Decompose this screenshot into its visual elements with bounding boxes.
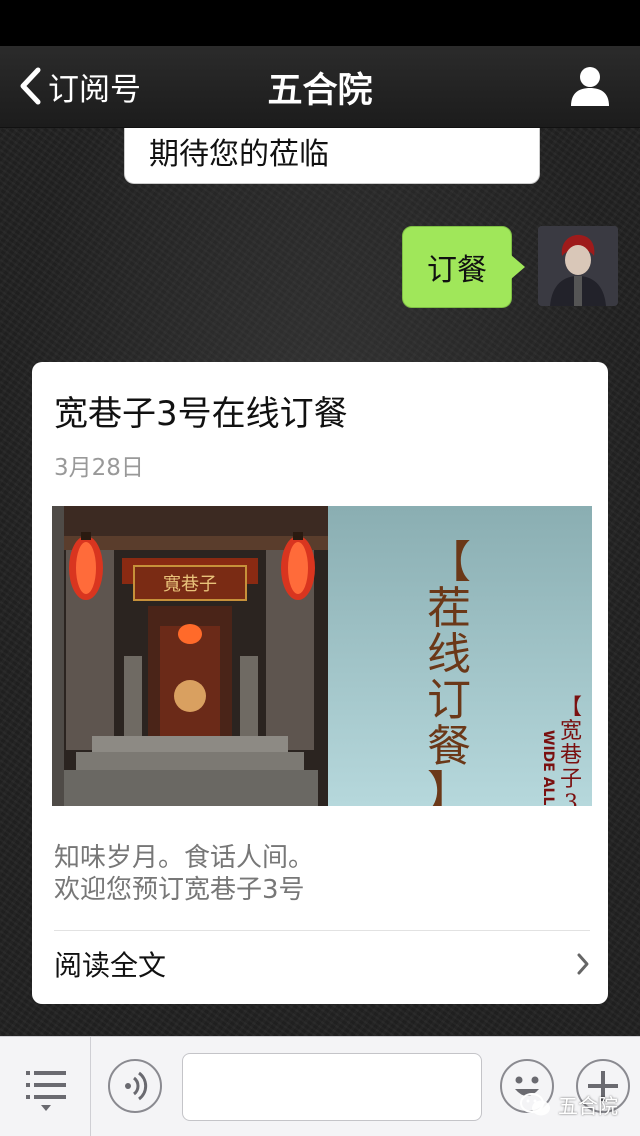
back-button[interactable]: 订阅号 — [18, 64, 141, 108]
article-card[interactable]: 宽巷子3号在线订餐 3月28日 寬巷子 【 茬 线 订 餐 】 【 宽 巷 子 … — [32, 362, 608, 1004]
cover-brand-text: 【 宽 巷 子 3 — [559, 695, 582, 807]
message-input[interactable] — [182, 1053, 482, 1121]
watermark: 五合院 — [520, 1090, 618, 1119]
cover-english-text: WIDE ALLEY — [540, 730, 556, 806]
back-label: 订阅号 — [48, 71, 141, 108]
cover-vertical-title: 【 茬 线 订 餐 】 — [427, 537, 471, 807]
message-text: 期待您的莅临 — [149, 137, 329, 172]
article-date: 3月28日 — [54, 455, 144, 481]
menu-toggle-button[interactable] — [22, 1063, 70, 1115]
list-menu-icon — [26, 1071, 66, 1111]
wechat-logo-icon — [520, 1092, 550, 1115]
article-cover-image: 寬巷子 【 茬 线 订 餐 】 【 宽 巷 子 3 WIDE ALLEY — [52, 506, 592, 806]
divider — [90, 1037, 91, 1136]
watermark-text: 五合院 — [558, 1094, 618, 1118]
received-message-bubble[interactable]: 期待您的莅临 — [124, 128, 540, 184]
avatar-image — [538, 226, 618, 306]
input-toolbar — [0, 1036, 640, 1136]
chat-area[interactable]: 期待您的莅临 订餐 宽巷子3号在线订餐 3月28日 寬巷子 【 茬 线 订 餐 … — [0, 128, 640, 1036]
profile-button[interactable] — [568, 64, 612, 108]
svg-text:寬巷子: 寬巷子 — [163, 574, 217, 595]
chevron-right-icon — [577, 953, 589, 975]
read-more-link[interactable]: 阅读全文 — [54, 944, 166, 984]
voice-button[interactable] — [108, 1059, 162, 1113]
status-bar — [0, 0, 640, 46]
voice-icon — [125, 1071, 148, 1101]
nav-bar: 订阅号 五合院 — [0, 46, 640, 128]
article-title: 宽巷子3号在线订餐 — [54, 394, 348, 434]
chevron-left-icon — [20, 67, 41, 105]
sent-message-bubble[interactable]: 订餐 — [402, 226, 525, 308]
article-digest: 知味岁月。食话人间。 欢迎您预订宽巷子3号 — [54, 842, 314, 906]
digest-line: 欢迎您预订宽巷子3号 — [54, 875, 305, 905]
restaurant-gate-photo: 寬巷子 — [52, 506, 328, 806]
message-text: 订餐 — [427, 253, 487, 288]
person-icon — [571, 67, 609, 106]
digest-line: 知味岁月。食话人间。 — [54, 843, 315, 873]
avatar[interactable] — [538, 226, 618, 306]
divider — [54, 930, 590, 931]
